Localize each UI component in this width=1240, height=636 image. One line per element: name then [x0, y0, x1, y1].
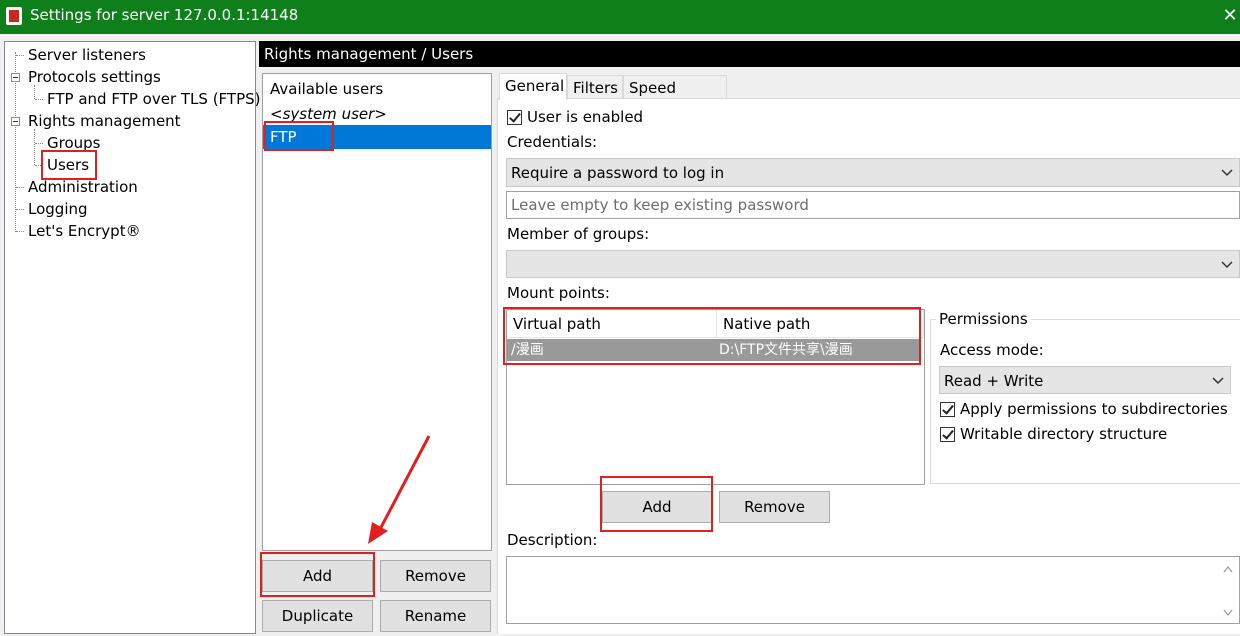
- permissions-title: Permissions: [936, 310, 1031, 328]
- tree-item-administration[interactable]: Administration: [28, 177, 138, 197]
- tree-item-users[interactable]: Users: [47, 155, 89, 175]
- tree-item-logging[interactable]: Logging: [28, 199, 88, 219]
- writable-structure-label: Writable directory structure: [960, 425, 1168, 443]
- collapse-icon[interactable]: [11, 117, 20, 126]
- duplicate-user-button[interactable]: Duplicate: [262, 600, 373, 632]
- apply-subdirectories-label: Apply permissions to subdirectories: [960, 400, 1228, 418]
- filezilla-icon: [6, 7, 22, 25]
- credentials-label: Credentials:: [507, 133, 598, 151]
- description-label: Description:: [507, 531, 598, 549]
- tree-item-groups[interactable]: Groups: [47, 133, 100, 153]
- password-input[interactable]: Leave empty to keep existing password: [506, 191, 1240, 219]
- tree-item-server-listeners[interactable]: Server listeners: [28, 45, 146, 65]
- tree-item-rights-management[interactable]: Rights management: [28, 111, 181, 131]
- credentials-value: Require a password to log in: [511, 164, 725, 182]
- access-mode-label: Access mode:: [940, 341, 1044, 359]
- column-header-virtual-path[interactable]: Virtual path: [507, 310, 717, 338]
- access-mode-select[interactable]: Read + Write: [939, 366, 1231, 394]
- tree-item-protocols-settings[interactable]: Protocols settings: [28, 67, 161, 87]
- rename-user-button[interactable]: Rename: [380, 600, 491, 632]
- mount-points-label: Mount points:: [507, 284, 610, 302]
- window-title: Settings for server 127.0.0.1:14148: [30, 6, 299, 24]
- remove-user-button[interactable]: Remove: [380, 560, 491, 592]
- credentials-select[interactable]: Require a password to log in: [506, 158, 1240, 187]
- arrow-annotation-icon: [368, 435, 431, 544]
- user-enabled-label: User is enabled: [527, 108, 644, 126]
- list-item[interactable]: FTP: [263, 125, 491, 149]
- chevron-down-icon: [1221, 261, 1233, 269]
- users-list-header: Available users: [270, 80, 384, 98]
- title-bar: Settings for server 127.0.0.1:14148 ✕: [0, 0, 1240, 34]
- groups-select[interactable]: [506, 250, 1240, 278]
- page-title: Rights management / Users: [259, 41, 1240, 67]
- close-icon[interactable]: ✕: [1220, 4, 1240, 28]
- scroll-down-icon[interactable]: [1223, 609, 1233, 617]
- tab-speed-limits[interactable]: Speed Limits: [623, 75, 727, 121]
- apply-subdirectories-checkbox[interactable]: [940, 402, 955, 417]
- add-mount-point-button[interactable]: Add: [602, 491, 712, 523]
- tree-item-ftp-ftps[interactable]: FTP and FTP over TLS (FTPS): [47, 89, 261, 109]
- collapse-icon[interactable]: [11, 73, 20, 82]
- access-mode-value: Read + Write: [944, 372, 1044, 390]
- column-header-native-path[interactable]: Native path: [717, 310, 924, 338]
- add-user-button[interactable]: Add: [262, 560, 373, 592]
- user-enabled-checkbox[interactable]: [507, 110, 522, 125]
- chevron-down-icon: [1212, 377, 1224, 385]
- description-textarea[interactable]: [506, 556, 1240, 624]
- list-item[interactable]: <system user>: [263, 102, 491, 126]
- tab-filters[interactable]: Filters: [567, 75, 623, 99]
- writable-structure-checkbox[interactable]: [940, 427, 955, 442]
- table-row[interactable]: /漫画 D:\FTP文件共享\漫画: [507, 339, 921, 361]
- chevron-down-icon: [1221, 169, 1233, 177]
- tree-item-lets-encrypt[interactable]: Let's Encrypt®: [28, 221, 141, 241]
- native-path-cell: D:\FTP文件共享\漫画: [719, 342, 853, 358]
- remove-mount-point-button[interactable]: Remove: [719, 491, 830, 523]
- groups-label: Member of groups:: [507, 225, 650, 243]
- virtual-path-cell: /漫画: [511, 342, 544, 358]
- tab-general[interactable]: General: [499, 73, 567, 100]
- mount-points-table[interactable]: Virtual path Native path /漫画 D:\FTP文件共享\…: [506, 309, 925, 485]
- settings-tree[interactable]: Server listeners Protocols settings FTP …: [4, 41, 261, 634]
- scroll-up-icon[interactable]: [1223, 565, 1233, 573]
